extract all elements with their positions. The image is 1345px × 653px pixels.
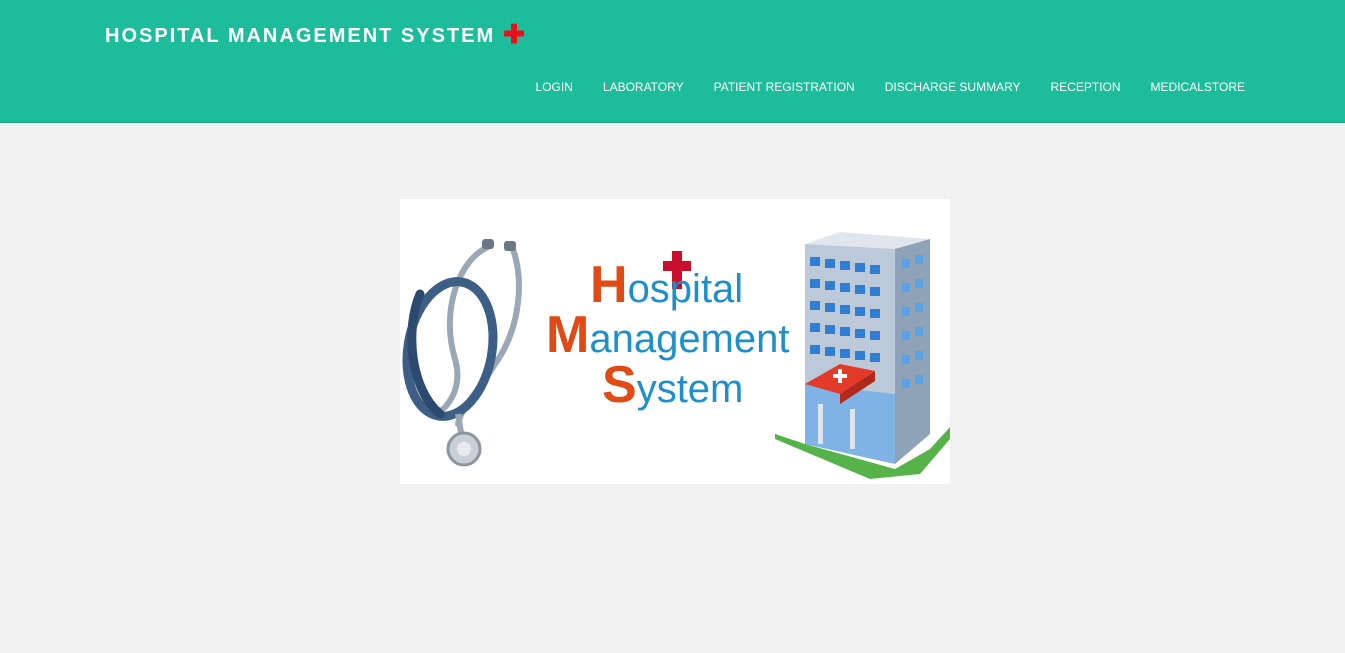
nav-patient-registration[interactable]: PATIENT REGISTRATION — [699, 80, 870, 94]
nav-medicalstore[interactable]: MEDICALSTORE — [1136, 80, 1245, 94]
brand[interactable]: HOSPITAL MANAGEMENT SYSTEM ✚ — [105, 19, 527, 49]
nav-discharge-summary[interactable]: DISCHARGE SUMMARY — [870, 80, 1036, 94]
banner-line-system: System — [602, 356, 744, 414]
red-cross-icon: ✚ — [503, 19, 527, 49]
main-nav: LOGIN LABORATORY PATIENT REGISTRATION DI… — [521, 80, 1245, 94]
stethoscope-icon — [402, 239, 522, 467]
hospital-building-icon — [775, 232, 950, 479]
nav-login[interactable]: LOGIN — [521, 80, 588, 94]
nav-laboratory[interactable]: LABORATORY — [588, 80, 699, 94]
banner-line-hospital: Hospital — [590, 256, 744, 314]
nav-reception[interactable]: RECEPTION — [1036, 80, 1136, 94]
brand-title[interactable]: HOSPITAL MANAGEMENT SYSTEM — [105, 25, 495, 48]
hospital-banner-image: Hospital Management System — [400, 199, 950, 484]
top-navbar: HOSPITAL MANAGEMENT SYSTEM ✚ LOGIN LABOR… — [0, 0, 1345, 123]
banner-line-management: Management — [546, 306, 790, 364]
